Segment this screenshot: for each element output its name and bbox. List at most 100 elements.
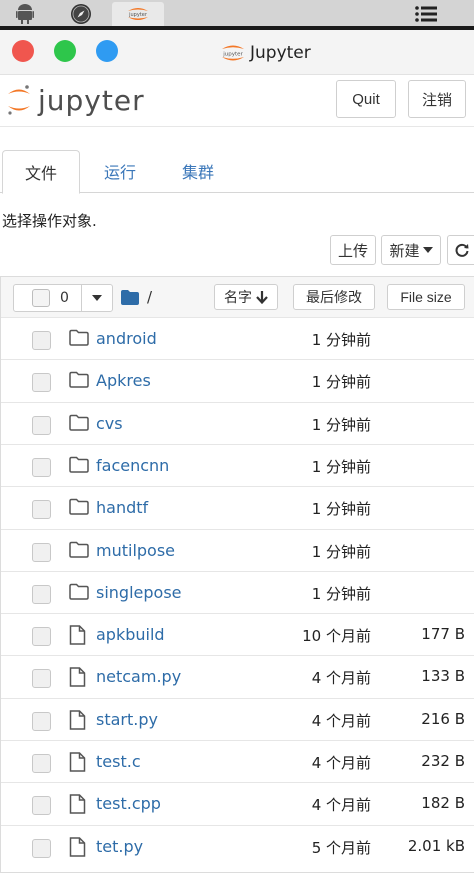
row-checkbox[interactable] [32,373,51,393]
folder-icon [69,498,89,518]
file-name-link[interactable]: netcam.py [96,667,181,686]
os-taskbar: jupyter [0,0,474,30]
maximize-window-button[interactable] [54,40,76,62]
folder-icon [69,414,89,434]
row-checkbox[interactable] [32,331,51,350]
file-row[interactable]: facencnn 1 分钟前 [1,443,474,486]
file-modified: 4 个月前 [311,796,371,815]
upload-button[interactable]: 上传 [330,235,376,265]
logout-button[interactable]: 注销 [408,80,466,118]
breadcrumb-path[interactable]: / [147,288,152,306]
android-icon[interactable] [14,3,36,25]
file-modified: 4 个月前 [311,711,371,730]
svg-text:jupyter: jupyter [222,52,243,58]
row-checkbox[interactable] [32,711,51,731]
file-modified: 1 分钟前 [311,457,371,476]
row-checkbox[interactable] [32,584,51,604]
file-name-link[interactable]: test.c [96,752,141,771]
file-row[interactable]: test.cpp 4 个月前 182 B [1,782,474,824]
caret-down-icon [92,295,102,301]
arrow-down-icon [256,290,268,304]
sort-by-name-button[interactable]: 名字 [214,284,278,310]
file-name-link[interactable]: handtf [96,498,148,517]
file-icon [69,625,89,645]
file-modified: 1 分钟前 [311,500,371,519]
file-name-link[interactable]: tet.py [96,837,143,856]
tab-bar: 文件 运行 集群 [0,150,474,194]
file-name-link[interactable]: android [96,329,157,348]
jupyter-small-icon: jupyter [128,8,148,20]
list-menu-icon[interactable] [412,3,440,25]
minimize-window-button[interactable] [96,40,118,62]
folder-icon [69,329,89,349]
refresh-button[interactable] [447,235,474,265]
file-row[interactable]: netcam.py 4 个月前 133 B [1,655,474,697]
file-row[interactable]: cvs 1 分钟前 [1,401,474,444]
row-checkbox[interactable] [32,457,51,477]
jupyter-app-tab[interactable]: jupyter [112,2,164,26]
file-modified: 5 个月前 [311,838,371,857]
file-row[interactable]: mutilpose 1 分钟前 [1,528,474,571]
tab-running[interactable]: 运行 [90,150,150,192]
file-row[interactable]: tet.py 5 个月前 2.01 kB [1,824,474,867]
row-checkbox[interactable] [32,542,51,562]
jupyter-title-icon: jupyter [222,45,244,61]
compass-icon[interactable] [70,3,92,25]
file-name-link[interactable]: cvs [96,414,123,433]
selection-hint: 选择操作对象. [2,212,97,230]
row-checkbox[interactable] [32,796,51,816]
file-name-link[interactable]: singlepose [96,583,182,602]
file-row[interactable]: start.py 4 个月前 216 B [1,697,474,740]
file-row[interactable]: singlepose 1 分钟前 [1,570,474,613]
row-checkbox[interactable] [32,415,51,435]
file-row[interactable]: test.c 4 个月前 232 B [1,740,474,782]
refresh-icon [455,243,469,257]
file-icon [69,794,89,815]
folder-icon [69,371,89,391]
folder-home-icon[interactable] [121,289,139,305]
row-checkbox[interactable] [32,500,51,520]
file-name-link[interactable]: facencnn [96,456,169,475]
file-modified: 1 分钟前 [311,331,371,349]
file-size: 177 B [421,625,465,644]
jupyter-logo-text: jupyter [38,83,145,117]
file-row[interactable]: handtf 1 分钟前 [1,486,474,528]
file-modified: 1 分钟前 [311,584,371,603]
select-menu-button[interactable] [81,285,112,311]
folder-icon [69,583,89,603]
quit-button[interactable]: Quit [336,80,396,118]
file-name-link[interactable]: start.py [96,710,158,729]
window-title-text: Jupyter [250,43,311,63]
file-name-link[interactable]: test.cpp [96,794,161,813]
close-window-button[interactable] [12,40,34,62]
file-modified: 4 个月前 [311,754,371,772]
caret-down-icon [422,247,433,253]
file-modified: 1 分钟前 [311,542,371,561]
row-checkbox[interactable] [32,838,51,858]
file-row[interactable]: android 1 分钟前 [1,317,474,359]
row-checkbox[interactable] [32,754,51,773]
file-size: 133 B [421,667,465,686]
file-name-link[interactable]: apkbuild [96,625,165,644]
file-icon [69,752,89,772]
new-dropdown-button[interactable]: 新建 [381,235,441,265]
tab-clusters[interactable]: 集群 [168,150,228,192]
file-modified: 1 分钟前 [311,415,371,434]
row-checkbox[interactable] [32,627,51,647]
svg-text:jupyter: jupyter [128,12,148,18]
upload-label: 上传 [337,242,368,260]
select-all-checkbox[interactable] [32,289,50,307]
file-name-link[interactable]: mutilpose [96,541,175,560]
file-row[interactable]: Apkres 1 分钟前 [1,359,474,401]
tab-files[interactable]: 文件 [2,150,80,194]
row-checkbox[interactable] [32,669,51,689]
sort-name-label: 名字 [224,289,252,305]
file-name-link[interactable]: Apkres [96,371,151,390]
file-row[interactable]: apkbuild 10 个月前 177 B [1,613,474,655]
window-title-bar: jupyter Jupyter [0,30,474,75]
sort-by-modified-button[interactable]: 最后修改 [293,284,375,310]
file-size: 216 B [421,709,465,728]
file-size: 232 B [421,752,465,770]
sort-by-size-button[interactable]: File size [387,284,465,310]
jupyter-logo[interactable]: jupyter [6,80,145,120]
